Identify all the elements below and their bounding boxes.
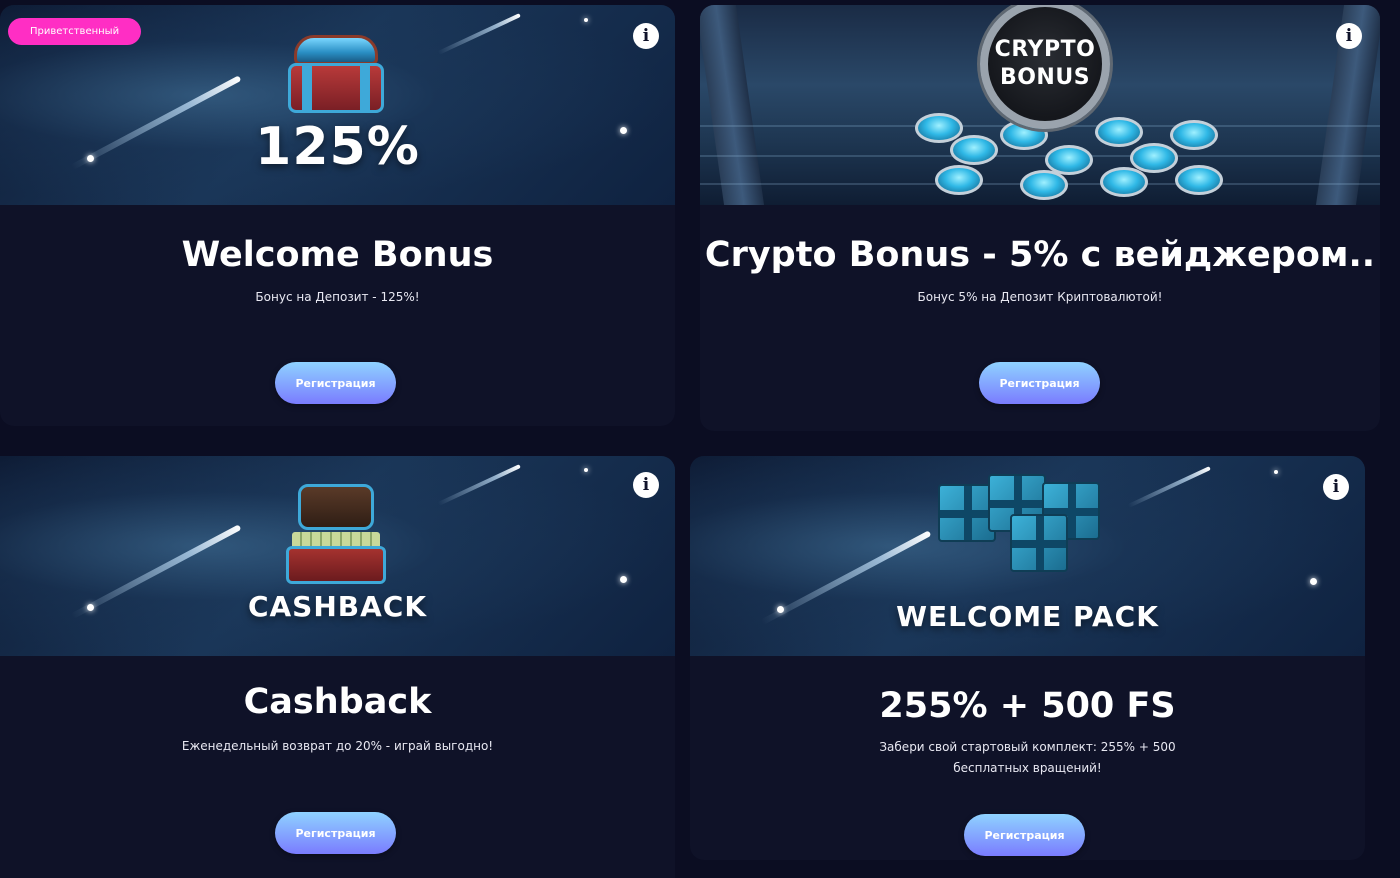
crypto-coin-decoration [935,165,983,195]
card-description: Бонус на Депозит - 125%! [255,290,420,304]
bonus-banner: 125% Приветственный i [0,5,675,205]
star-decoration [584,18,588,22]
bonus-banner: CASHBACK i [0,456,675,656]
coin-text: BONUS [999,65,1091,90]
bonus-card-welcome-pack: WELCOME PACK i 255% + 500 FS Забери свой… [690,456,1365,860]
info-icon[interactable]: i [1336,23,1362,49]
card-title: Welcome Bonus [181,235,494,275]
crypto-coin-decoration [950,135,998,165]
register-button[interactable]: Регистрация [275,362,396,404]
bonus-card-welcome: 125% Приветственный i Welcome Bonus Бону… [0,5,675,426]
card-content: Crypto Bonus - 5% с вейджером.. Бонус 5%… [700,205,1380,431]
card-description-line: бесплатных вращений! [953,761,1102,775]
corridor-wall [700,5,765,205]
star-decoration [620,576,627,583]
bonus-card-cashback: CASHBACK i Cashback Еженедельный возврат… [0,456,675,878]
comet-decoration [437,13,521,55]
info-icon[interactable]: i [633,472,659,498]
coin-text: CRYPTO [994,37,1096,62]
banner-headline: WELCOME PACK [896,600,1159,633]
bonus-banner: CRYPTO BONUS i [700,5,1380,205]
welcome-badge: Приветственный [8,18,142,45]
comet-decoration [1127,466,1211,508]
register-button[interactable]: Регистрация [979,362,1100,404]
card-title: 255% + 500 FS [879,686,1176,726]
star-decoration [1310,578,1317,585]
banner-headline: CASHBACK [247,590,428,623]
register-button[interactable]: Регистрация [275,812,396,854]
crypto-bonus-coin-image: CRYPTO BONUS [980,5,1110,129]
crypto-coin-decoration [1175,165,1223,195]
info-icon[interactable]: i [1323,474,1349,500]
crypto-coin-decoration [1095,117,1143,147]
crypto-coin-decoration [1170,120,1218,150]
crypto-coin-decoration [915,113,963,143]
card-content: Welcome Bonus Бонус на Депозит - 125%! Р… [0,205,675,426]
banner-headline: 125% [255,117,420,177]
card-title: Crypto Bonus - 5% с вейджером.. [704,235,1376,275]
comet-decoration [437,464,521,506]
card-description: Бонус 5% на Депозит Криптовалютой! [917,290,1163,304]
bonus-banner: WELCOME PACK i [690,456,1365,656]
star-decoration [584,468,588,472]
cash-chest-image [286,484,386,584]
bonus-grid: 125% Приветственный i Welcome Bonus Бону… [0,0,1400,878]
info-icon[interactable]: i [633,23,659,49]
card-content: Cashback Еженедельный возврат до 20% - и… [0,656,675,878]
crypto-coin-decoration [1100,167,1148,197]
register-button[interactable]: Регистрация [964,814,1085,856]
card-title: Cashback [243,682,432,722]
bonus-card-crypto: CRYPTO BONUS i Crypto Bonus - 5% с вейдж… [700,5,1380,431]
card-description: Еженедельный возврат до 20% - играй выго… [181,739,494,753]
card-content: 255% + 500 FS Забери свой стартовый комп… [690,656,1365,860]
star-decoration [1274,470,1278,474]
treasure-chest-image [288,35,384,113]
card-description-line: Забери свой стартовый комплект: 255% + 5… [879,740,1176,754]
crypto-coin-decoration [1020,170,1068,200]
